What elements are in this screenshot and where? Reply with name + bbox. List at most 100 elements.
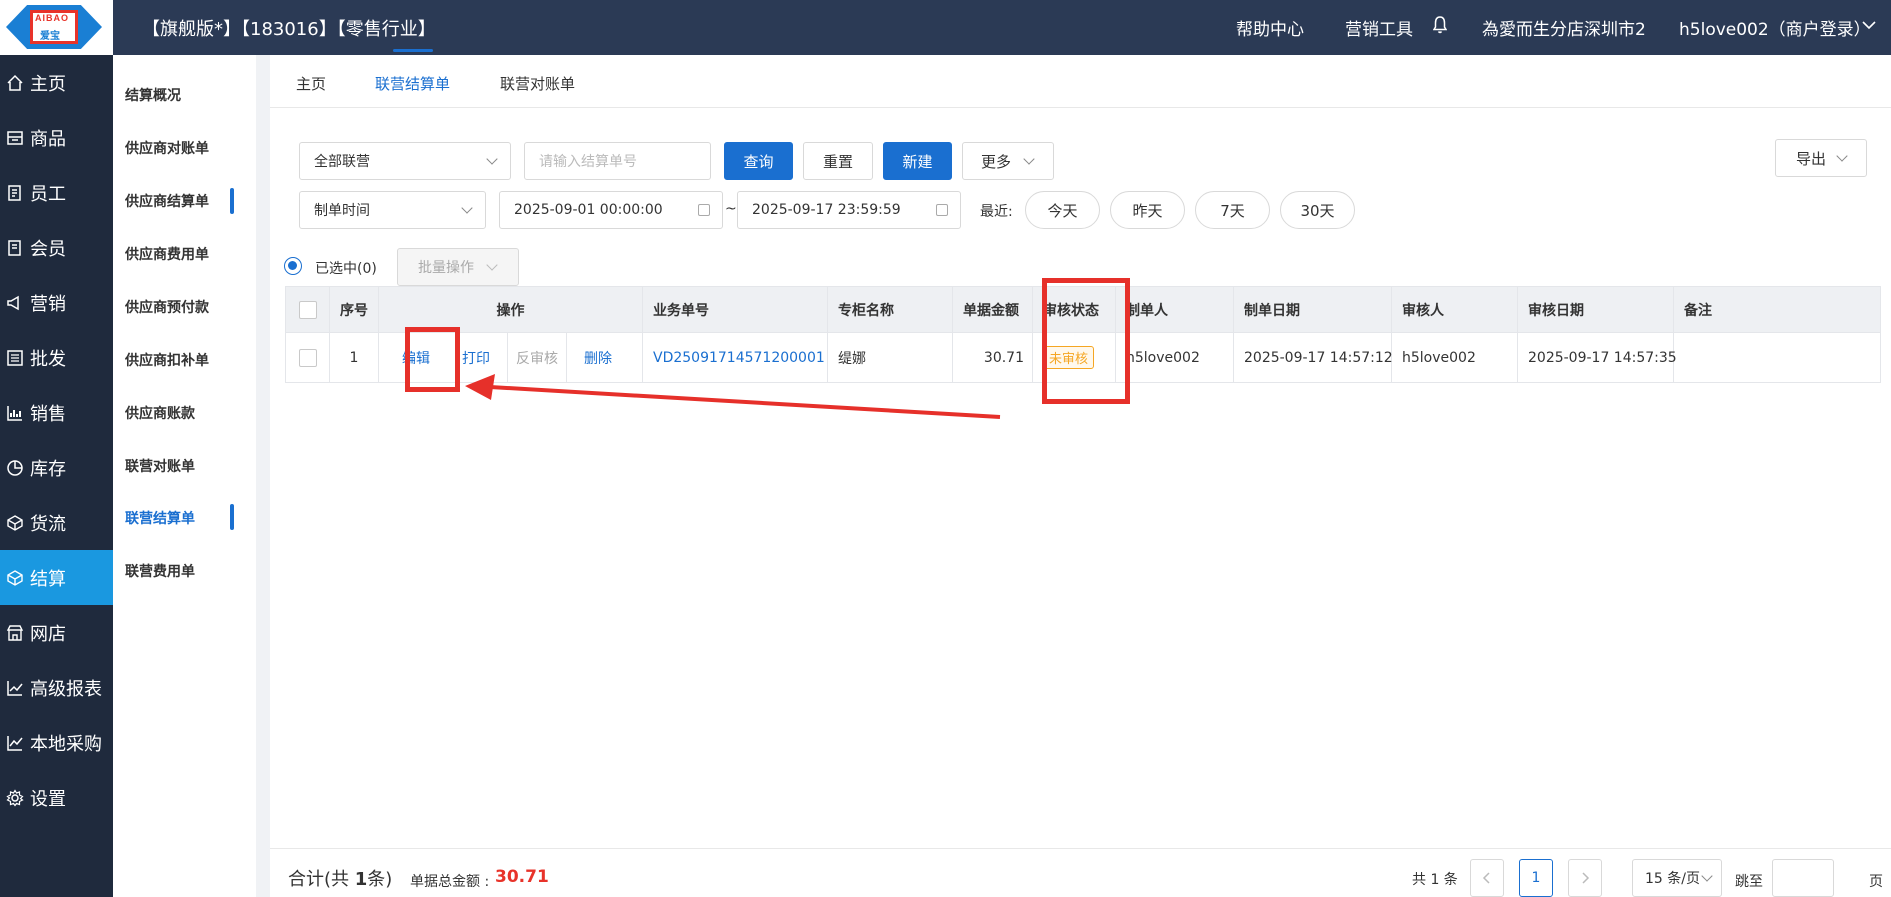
pager-total: 共 1 条 xyxy=(1412,872,1458,888)
query-button[interactable]: 查询 xyxy=(724,142,793,180)
subnav-item[interactable]: 供应商账款 xyxy=(125,403,195,423)
recent-label: 最近: xyxy=(980,204,1013,220)
batch-actions-button[interactable]: 批量操作 xyxy=(397,248,519,286)
sidebar-item-staff[interactable]: 员工 xyxy=(0,165,113,220)
subnav-item[interactable]: 供应商预付款 xyxy=(125,297,209,317)
subnav-item[interactable]: 供应商扣补单 xyxy=(125,350,209,370)
annotation-box-edit xyxy=(405,327,460,392)
store-name[interactable]: 為愛而生分店深圳市2 xyxy=(1482,15,1646,40)
sidebar-item-purchase[interactable]: 本地采购 xyxy=(0,715,113,770)
range-separator: ~ xyxy=(725,201,737,217)
subnav-marker xyxy=(230,504,234,530)
scope-select-value: 全部联营 xyxy=(314,154,370,170)
sidebar-item-shop[interactable]: 网店 xyxy=(0,605,113,660)
sidebar-item-sales[interactable]: 销售 xyxy=(0,385,113,440)
audited-date: 2025-09-17 14:57:35 xyxy=(1518,333,1677,382)
tab-joint-statement[interactable]: 联营对账单 xyxy=(500,73,575,94)
next-page-button[interactable] xyxy=(1568,859,1602,897)
export-button[interactable]: 导出 xyxy=(1775,139,1867,177)
new-button[interactable]: 新建 xyxy=(883,142,952,180)
sidebar-item-label: 营销 xyxy=(30,293,66,315)
sidebar-item-label: 结算 xyxy=(30,568,66,590)
subnav-marker xyxy=(230,188,234,214)
reset-button[interactable]: 重置 xyxy=(803,142,873,180)
scope-select[interactable]: 全部联营 xyxy=(299,142,511,180)
select-all-checkbox[interactable] xyxy=(298,300,317,319)
sidebar-item-home[interactable]: 主页 xyxy=(0,55,113,110)
total-number: 1 xyxy=(354,869,368,890)
logo-text-en: AIBAO xyxy=(35,13,69,23)
tab-home[interactable]: 主页 xyxy=(296,73,326,94)
order-number-placeholder: 请输入结算单号 xyxy=(539,154,637,170)
sidebar-item-label: 网店 xyxy=(30,623,66,645)
logo[interactable]: AIBAO 爱宝 xyxy=(0,0,113,55)
purchase-icon xyxy=(7,735,23,751)
sidebar-item-logistics[interactable]: 货流 xyxy=(0,495,113,550)
sidebar-item-inventory[interactable]: 库存 xyxy=(0,440,113,495)
help-center-link[interactable]: 帮助中心 xyxy=(1236,15,1304,40)
tab-joint-settlement[interactable]: 联营结算单 xyxy=(375,73,450,94)
date-type-select[interactable]: 制单时间 xyxy=(299,191,486,229)
staff-icon xyxy=(8,184,21,201)
sidebar-item-label: 主页 xyxy=(30,73,66,95)
quick-30days-button[interactable]: 30天 xyxy=(1280,191,1355,229)
total-prefix: 合计(共 xyxy=(288,869,355,890)
total-amount-label: 单据总金额 : xyxy=(410,874,490,890)
chevron-down-icon xyxy=(486,153,498,165)
subnav-item[interactable]: 联营对账单 xyxy=(125,456,195,476)
marketing-tools-link[interactable]: 营销工具 xyxy=(1345,15,1413,40)
megaphone-icon xyxy=(7,295,19,310)
subnav-item[interactable]: 结算概况 xyxy=(125,85,181,105)
tab-bar: 主页 联营结算单 联营对账单 xyxy=(270,55,1891,108)
created-date: 2025-09-17 14:57:12 xyxy=(1234,333,1393,382)
selected-radio[interactable] xyxy=(284,257,302,275)
main-sidebar: 主页 商品 员工 会员 营销 批发 销售 库存 货流 结算 网店 高级报表 本地… xyxy=(0,55,113,897)
sidebar-item-label: 商品 xyxy=(30,128,66,150)
row-checkbox[interactable] xyxy=(298,348,317,367)
col-header: 序号 xyxy=(330,287,379,332)
chevron-down-icon[interactable] xyxy=(1862,20,1876,30)
end-date-input[interactable]: 2025-09-17 23:59:59 xyxy=(737,191,961,229)
page-number[interactable]: 1 xyxy=(1519,859,1553,897)
sidebar-item-label: 会员 xyxy=(30,238,66,260)
sidebar-item-reports[interactable]: 高级报表 xyxy=(0,660,113,715)
user-menu[interactable]: h5love002（商户登录） xyxy=(1679,15,1871,40)
subnav-item-active[interactable]: 联营结算单 xyxy=(125,508,195,528)
remark xyxy=(1674,333,1880,382)
start-date-value: 2025-09-01 00:00:00 xyxy=(514,202,663,218)
creator: h5love002 xyxy=(1116,333,1234,382)
row-number: 1 xyxy=(330,333,379,382)
delete-link[interactable]: 删除 xyxy=(584,348,612,368)
sidebar-item-member[interactable]: 会员 xyxy=(0,220,113,275)
bell-icon[interactable] xyxy=(1433,16,1447,34)
print-link[interactable]: 打印 xyxy=(462,348,490,368)
quick-today-button[interactable]: 今天 xyxy=(1025,191,1100,229)
page-size-value: 15 条/页 xyxy=(1645,871,1700,887)
sidebar-item-marketing[interactable]: 营销 xyxy=(0,275,113,330)
app-title: 【旗舰版*】【183016】【零售行业】 xyxy=(142,19,436,40)
subnav-item[interactable]: 供应商结算单 xyxy=(125,191,209,211)
quick-yesterday-button[interactable]: 昨天 xyxy=(1110,191,1185,229)
prev-page-button[interactable] xyxy=(1470,859,1504,897)
subnav-item[interactable]: 供应商对账单 xyxy=(125,138,209,158)
annotation-arrow xyxy=(465,374,1001,419)
col-header: 备注 xyxy=(1684,302,1712,319)
sidebar-item-settings[interactable]: 设置 xyxy=(0,770,113,825)
page-size-select[interactable]: 15 条/页 xyxy=(1632,859,1722,897)
col-header: 制单日期 xyxy=(1234,287,1392,332)
sidebar-item-goods[interactable]: 商品 xyxy=(0,110,113,165)
subnav-item[interactable]: 供应商费用单 xyxy=(125,244,209,264)
subnav-item[interactable]: 联营费用单 xyxy=(125,561,195,581)
quick-7days-button[interactable]: 7天 xyxy=(1195,191,1270,229)
start-date-input[interactable]: 2025-09-01 00:00:00 xyxy=(499,191,723,229)
chevron-down-icon xyxy=(1023,153,1035,165)
sidebar-item-settlement[interactable]: 结算 xyxy=(0,550,113,605)
selected-count: 已选中(0) xyxy=(315,261,377,277)
sidebar-item-wholesale[interactable]: 批发 xyxy=(0,330,113,385)
more-button[interactable]: 更多 xyxy=(962,142,1054,180)
jump-page-input[interactable] xyxy=(1772,859,1834,897)
pie-icon xyxy=(7,459,23,476)
chevron-down-icon xyxy=(486,259,498,271)
gutter xyxy=(256,55,270,897)
order-number-input[interactable]: 请输入结算单号 xyxy=(524,142,711,180)
